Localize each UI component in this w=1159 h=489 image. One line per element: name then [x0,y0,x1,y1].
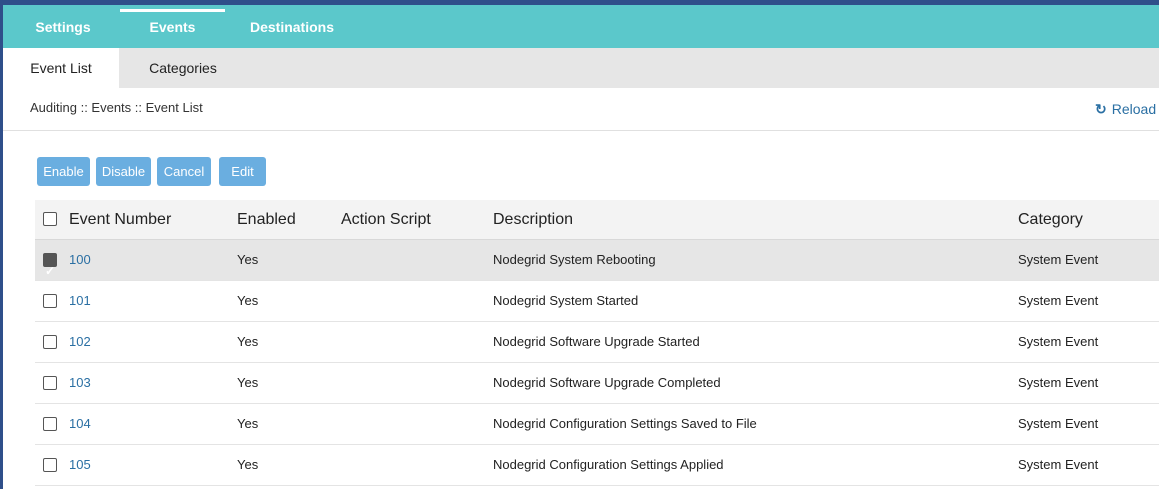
table-row[interactable]: 105 Yes Nodegrid Configuration Settings … [35,445,1159,486]
refresh-icon: ↻ [1095,101,1107,117]
reload-button[interactable]: ↻ Reload [1095,88,1156,130]
row-checkbox[interactable] [43,294,57,308]
cancel-button[interactable]: Cancel [157,157,211,186]
reload-label: Reload [1111,101,1157,117]
description-cell: Nodegrid System Rebooting [493,252,656,267]
table-header: Event Number Enabled Action Script Descr… [35,200,1159,240]
row-checkbox[interactable] [43,458,57,472]
table-row[interactable]: 100 Yes Nodegrid System Rebooting System… [35,240,1159,291]
enabled-cell: Yes [237,293,259,308]
event-number-link[interactable]: 105 [69,445,91,485]
row-checkbox[interactable] [43,251,57,291]
breadcrumb-bar: Auditing :: Events :: Event List ↻ Reload [3,88,1159,131]
table-row[interactable]: 102 Yes Nodegrid Software Upgrade Starte… [35,322,1159,363]
enable-button[interactable]: Enable [37,157,90,186]
top-navigation: Settings Events Destinations [3,5,1159,48]
row-checkbox[interactable] [43,417,57,431]
category-cell: System Event [1018,375,1099,390]
description-cell: Nodegrid Software Upgrade Completed [493,375,721,390]
header-category[interactable]: Category [1018,200,1083,239]
description-cell: Nodegrid Configuration Settings Applied [493,457,724,472]
header-action-script[interactable]: Action Script [341,200,431,239]
subtab-event-list[interactable]: Event List [3,48,119,88]
header-description[interactable]: Description [493,200,573,239]
table-row[interactable]: 101 Yes Nodegrid System Started System E… [35,281,1159,322]
enabled-cell: Yes [237,252,259,267]
tab-destinations[interactable]: Destinations [233,5,351,48]
sub-navigation: Event List Categories [3,48,1159,88]
enabled-cell: Yes [237,375,259,390]
enabled-cell: Yes [237,416,259,431]
header-event-number[interactable]: Event Number [69,200,171,239]
event-number-link[interactable]: 100 [69,240,91,280]
category-cell: System Event [1018,416,1099,431]
description-cell: Nodegrid System Started [493,293,639,308]
description-cell: Nodegrid Software Upgrade Started [493,334,700,349]
disable-button[interactable]: Disable [96,157,151,186]
event-number-link[interactable]: 101 [69,281,91,321]
tab-events[interactable]: Events [120,5,225,48]
breadcrumb: Auditing :: Events :: Event List [30,100,203,115]
category-cell: System Event [1018,293,1099,308]
row-checkbox[interactable] [43,376,57,390]
tab-settings[interactable]: Settings [23,5,103,48]
event-number-link[interactable]: 104 [69,404,91,444]
event-table: Event Number Enabled Action Script Descr… [35,200,1159,486]
subtab-categories[interactable]: Categories [133,48,233,88]
event-number-link[interactable]: 103 [69,363,91,403]
category-cell: System Event [1018,457,1099,472]
edit-button[interactable]: Edit [219,157,266,186]
header-enabled[interactable]: Enabled [237,200,296,239]
description-cell: Nodegrid Configuration Settings Saved to… [493,416,757,431]
category-cell: System Event [1018,334,1099,349]
enabled-cell: Yes [237,334,259,349]
enabled-cell: Yes [237,457,259,472]
table-row[interactable]: 104 Yes Nodegrid Configuration Settings … [35,404,1159,445]
event-number-link[interactable]: 102 [69,322,91,362]
select-all-checkbox[interactable] [43,212,57,226]
row-checkbox[interactable] [43,335,57,349]
table-row[interactable]: 103 Yes Nodegrid Software Upgrade Comple… [35,363,1159,404]
category-cell: System Event [1018,252,1099,267]
